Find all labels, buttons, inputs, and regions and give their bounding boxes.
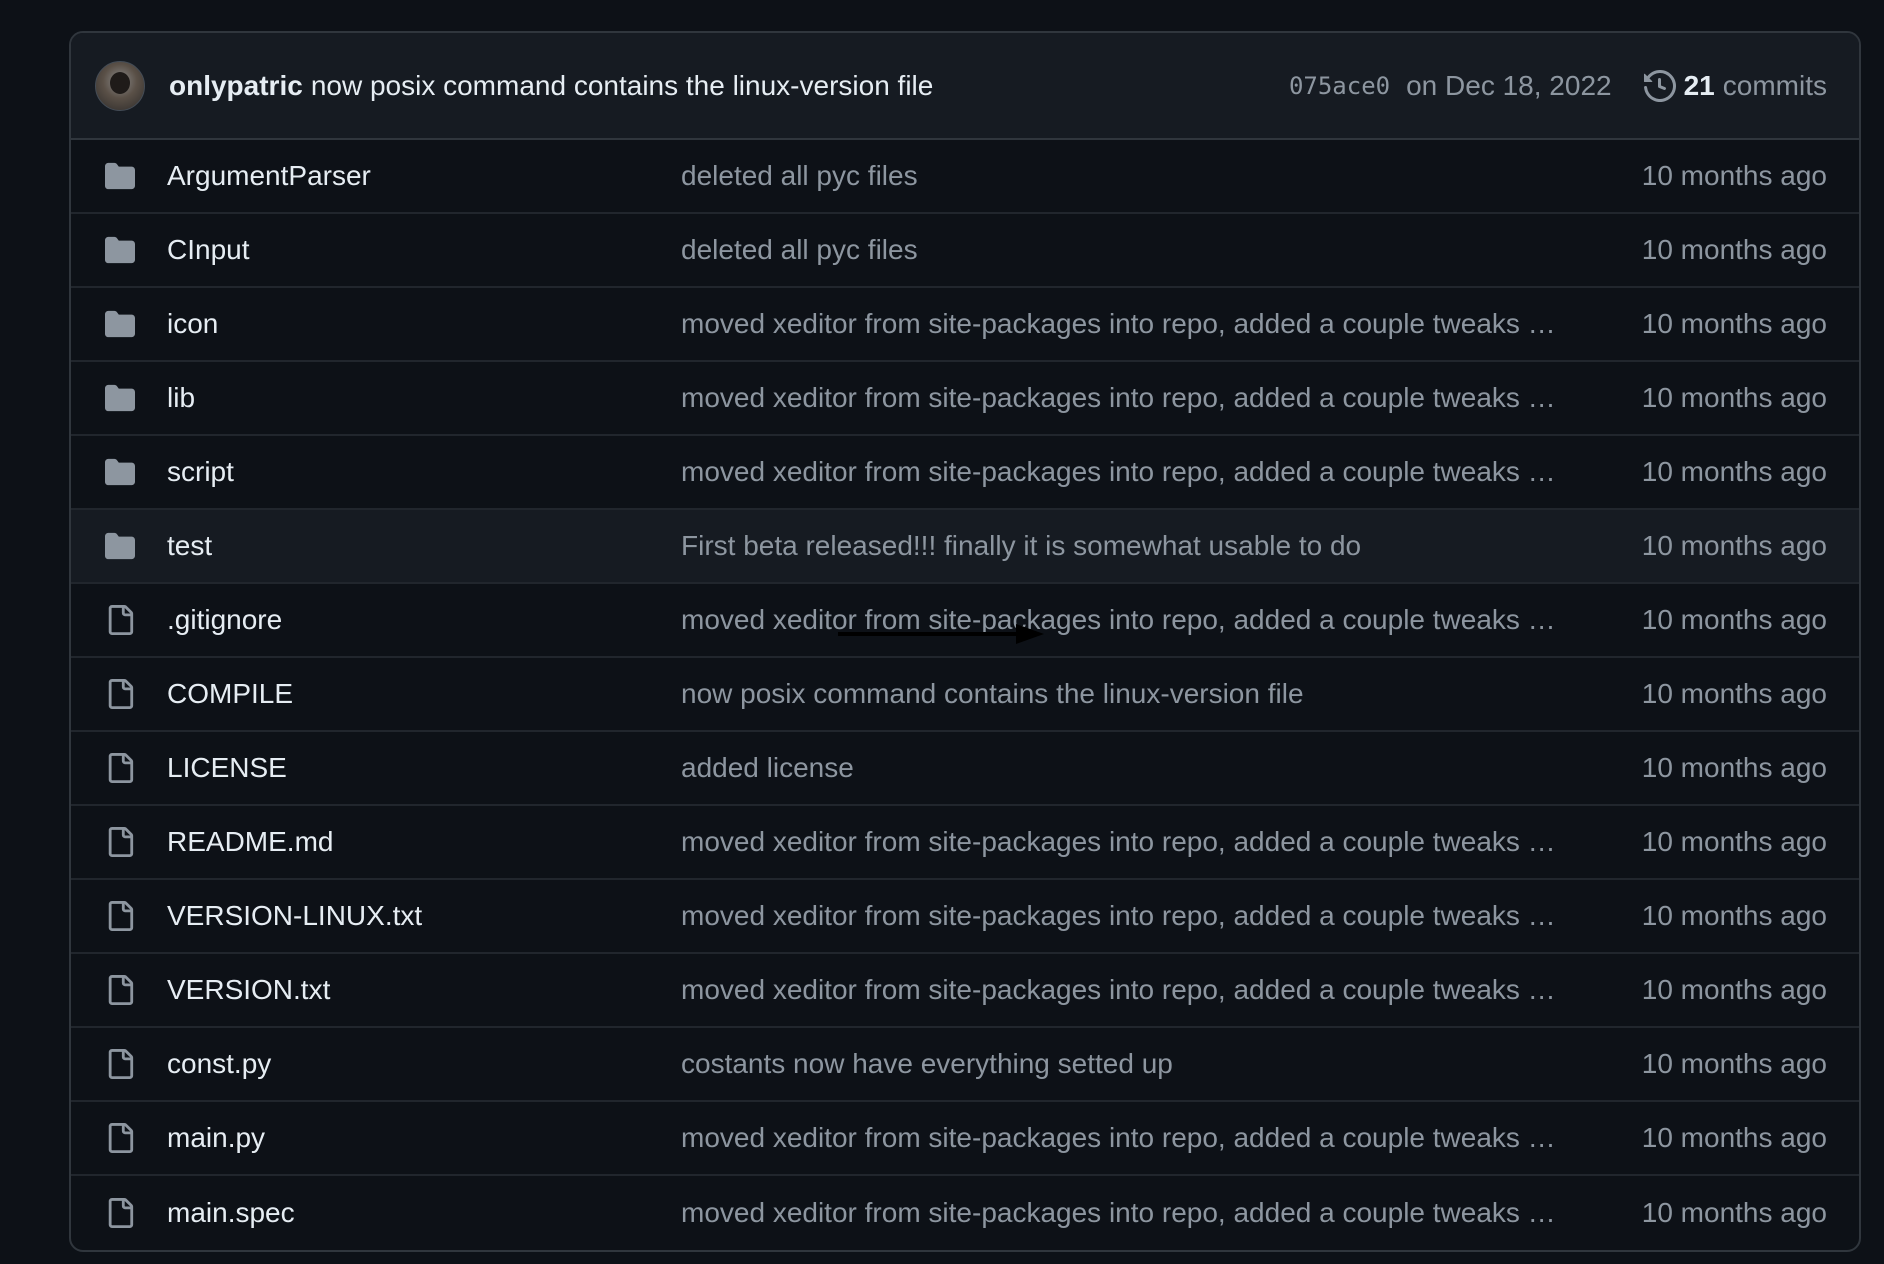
- file-name-link[interactable]: .gitignore: [167, 604, 681, 636]
- file-commit-age: 10 months ago: [1641, 678, 1827, 709]
- file-name-link[interactable]: test: [167, 530, 681, 562]
- file-commit-age: 10 months ago: [1641, 974, 1827, 1005]
- file-commit-message-link[interactable]: moved xeditor from site-packages into re…: [681, 826, 1602, 858]
- file-row[interactable]: icon moved xeditor from site-packages int…: [71, 288, 1859, 362]
- file-commit-message-link[interactable]: deleted all pyc files: [681, 160, 1602, 192]
- file-icon: [103, 1047, 137, 1081]
- commits-count: 21: [1683, 69, 1715, 101]
- file-name-link[interactable]: main.py: [167, 1122, 681, 1154]
- file-icon: [103, 1196, 137, 1230]
- file-commit-message-link[interactable]: moved xeditor from site-packages into re…: [681, 604, 1602, 636]
- latest-commit-bar: onlypatric now posix command contains th…: [71, 33, 1859, 140]
- file-commit-age: 10 months ago: [1641, 1197, 1827, 1228]
- folder-icon: [103, 233, 137, 267]
- file-icon: [103, 899, 137, 933]
- file-name-link[interactable]: main.spec: [167, 1197, 681, 1229]
- file-commit-age: 10 months ago: [1641, 530, 1827, 561]
- file-commit-age: 10 months ago: [1641, 234, 1827, 265]
- file-commit-message-link[interactable]: First beta released!!! finally it is som…: [681, 530, 1602, 562]
- file-name-link[interactable]: ArgumentParser: [167, 160, 681, 192]
- file-row[interactable]: CInput deleted all pyc files 10 months ago: [71, 214, 1859, 288]
- file-commit-age: 10 months ago: [1641, 382, 1827, 413]
- file-row[interactable]: VERSION.txt moved xeditor from site-packa…: [71, 954, 1859, 1028]
- file-commit-message-link[interactable]: moved xeditor from site-packages into re…: [681, 308, 1602, 340]
- file-icon: [103, 677, 137, 711]
- file-row[interactable]: lib moved xeditor from site-packages into…: [71, 362, 1859, 436]
- file-commit-message-link[interactable]: costants now have everything setted up: [681, 1048, 1602, 1080]
- file-commit-message-link[interactable]: moved xeditor from site-packages into re…: [681, 1122, 1602, 1154]
- file-row[interactable]: .gitignore moved xeditor from site-packag…: [71, 584, 1859, 658]
- file-icon: [103, 751, 137, 785]
- file-commit-age: 10 months ago: [1641, 456, 1827, 487]
- file-commit-age: 10 months ago: [1641, 1122, 1827, 1153]
- folder-icon: [103, 529, 137, 563]
- file-row[interactable]: README.md moved xeditor from site-package…: [71, 806, 1859, 880]
- history-icon: [1643, 69, 1676, 102]
- commit-sha-link[interactable]: 075ace0: [1289, 72, 1390, 100]
- file-row[interactable]: main.spec moved xeditor from site-package…: [71, 1176, 1859, 1250]
- file-name-link[interactable]: README.md: [167, 826, 681, 858]
- file-commit-message-link[interactable]: now posix command contains the linux-ver…: [681, 678, 1602, 710]
- author-avatar[interactable]: [95, 60, 145, 111]
- folder-icon: [103, 159, 137, 193]
- file-name-link[interactable]: CInput: [167, 234, 681, 266]
- file-commit-age: 10 months ago: [1641, 826, 1827, 857]
- file-icon: [103, 603, 137, 637]
- file-name-link[interactable]: VERSION.txt: [167, 974, 681, 1006]
- file-icon: [103, 973, 137, 1007]
- file-commit-message-link[interactable]: moved xeditor from site-packages into re…: [681, 974, 1602, 1006]
- file-row[interactable]: LICENSE added license 10 months ago: [71, 732, 1859, 806]
- file-commit-message-link[interactable]: moved xeditor from site-packages into re…: [681, 900, 1602, 932]
- file-name-link[interactable]: script: [167, 456, 681, 488]
- repo-file-browser: onlypatric now posix command contains th…: [69, 31, 1861, 1252]
- file-commit-age: 10 months ago: [1641, 308, 1827, 339]
- folder-icon: [103, 307, 137, 341]
- file-row[interactable]: const.py costants now have everything set…: [71, 1028, 1859, 1102]
- file-commit-age: 10 months ago: [1641, 900, 1827, 931]
- file-row[interactable]: test First beta released!!! finally it is…: [71, 510, 1859, 584]
- file-list: ArgumentParser deleted all pyc files 10 mo…: [71, 140, 1859, 1250]
- file-commit-message-link[interactable]: deleted all pyc files: [681, 234, 1602, 266]
- commit-message-link[interactable]: now posix command contains the linux-ver…: [311, 70, 934, 102]
- file-name-link[interactable]: const.py: [167, 1048, 681, 1080]
- file-commit-message-link[interactable]: moved xeditor from site-packages into re…: [681, 456, 1602, 488]
- commit-date: on Dec 18, 2022: [1406, 69, 1612, 101]
- commits-label: commits: [1722, 69, 1827, 101]
- file-icon: [103, 1121, 137, 1155]
- file-icon: [103, 825, 137, 859]
- file-row[interactable]: COMPILE now posix command contains the li…: [71, 658, 1859, 732]
- file-commit-age: 10 months ago: [1641, 752, 1827, 783]
- file-row[interactable]: ArgumentParser deleted all pyc files 10 mo…: [71, 140, 1859, 214]
- file-row[interactable]: VERSION-LINUX.txt moved xeditor from site…: [71, 880, 1859, 954]
- file-commit-age: 10 months ago: [1641, 604, 1827, 635]
- commits-history-link[interactable]: 21 commits: [1643, 69, 1827, 102]
- file-commit-message-link[interactable]: moved xeditor from site-packages into re…: [681, 382, 1602, 414]
- file-name-link[interactable]: COMPILE: [167, 678, 681, 710]
- file-name-link[interactable]: icon: [167, 308, 681, 340]
- file-commit-message-link[interactable]: added license: [681, 752, 1602, 784]
- file-name-link[interactable]: VERSION-LINUX.txt: [167, 900, 681, 932]
- file-commit-age: 10 months ago: [1641, 160, 1827, 191]
- file-commit-age: 10 months ago: [1641, 1048, 1827, 1079]
- file-row[interactable]: script moved xeditor from site-packages i…: [71, 436, 1859, 510]
- file-row[interactable]: main.py moved xeditor from site-packages …: [71, 1102, 1859, 1176]
- folder-icon: [103, 381, 137, 415]
- commit-author-link[interactable]: onlypatric: [169, 70, 303, 102]
- file-name-link[interactable]: LICENSE: [167, 752, 681, 784]
- folder-icon: [103, 455, 137, 489]
- file-commit-message-link[interactable]: moved xeditor from site-packages into re…: [681, 1197, 1602, 1229]
- file-name-link[interactable]: lib: [167, 382, 681, 414]
